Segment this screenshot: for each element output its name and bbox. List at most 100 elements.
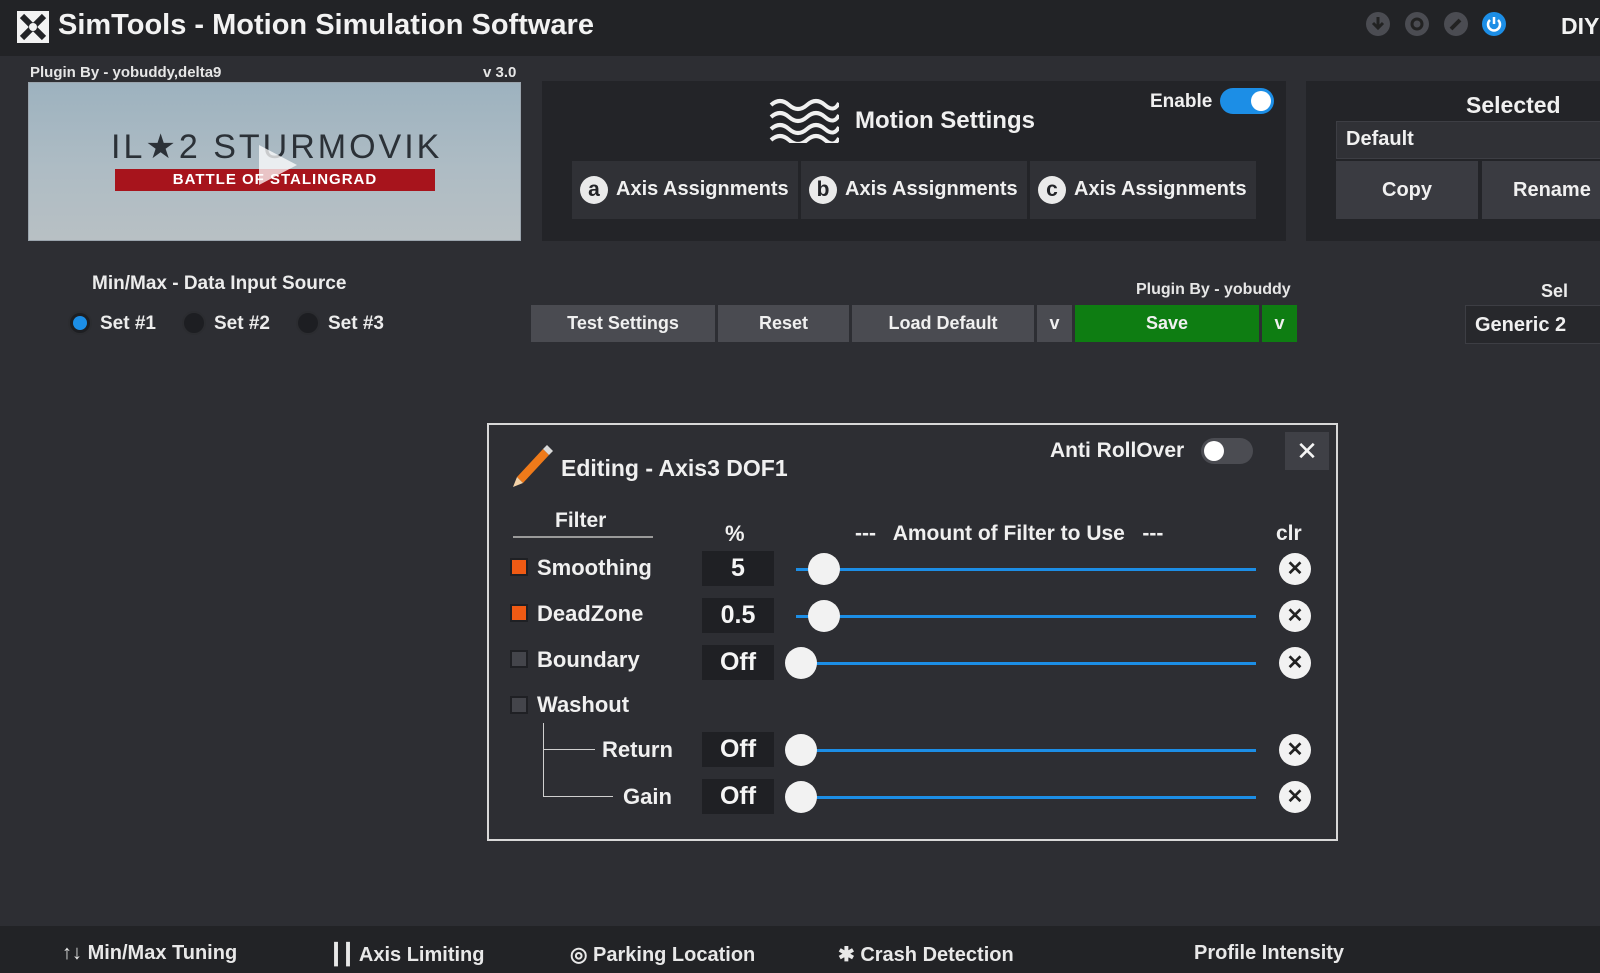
- tab-parking-location[interactable]: ◎ Parking Location: [570, 942, 755, 967]
- radio-set-3[interactable]: [296, 311, 320, 335]
- pencil-icon: [513, 445, 553, 487]
- washout-return-value[interactable]: Off: [702, 732, 774, 767]
- radio-label-set-3[interactable]: Set #3: [328, 313, 384, 335]
- chart-icon: ↑↓: [62, 942, 88, 964]
- smoothing-slider-thumb[interactable]: [808, 553, 840, 585]
- filter-header: Filter: [555, 509, 607, 532]
- plugin-author-label: Plugin By - yobuddy,delta9: [30, 64, 222, 81]
- load-default-menu-button[interactable]: v: [1037, 305, 1072, 342]
- filter-editor-dialog: Editing - Axis3 DOF1 Anti RollOver ✕ Fil…: [487, 423, 1338, 841]
- washout-return-clear-button[interactable]: ✕: [1279, 734, 1311, 766]
- washout-checkbox[interactable]: [510, 696, 528, 714]
- tab-axis-assignments-c[interactable]: c Axis Assignments: [1030, 161, 1256, 219]
- smoothing-clear-button[interactable]: ✕: [1279, 553, 1311, 585]
- copy-button[interactable]: Copy: [1336, 161, 1478, 219]
- edit-icon[interactable]: [1443, 11, 1469, 37]
- profile-select-value: Default: [1346, 128, 1414, 150]
- tab-axis-assignments-a[interactable]: a Axis Assignments: [572, 161, 798, 219]
- anti-rollover-toggle[interactable]: [1201, 438, 1253, 464]
- selected-title: Selected: [1466, 92, 1561, 118]
- enable-toggle[interactable]: [1220, 88, 1274, 114]
- radio-set-1[interactable]: [68, 311, 92, 335]
- tab-label: Axis Assignments: [1074, 178, 1247, 200]
- parking-icon: ◎: [570, 944, 594, 966]
- reset-button[interactable]: Reset: [718, 305, 849, 342]
- tab-label: Parking Location: [593, 944, 756, 966]
- motion-settings-title: Motion Settings: [855, 107, 1035, 134]
- tab-axis-assignments-b[interactable]: b Axis Assignments: [801, 161, 1027, 219]
- tab-label: Profile Intensity: [1194, 942, 1345, 964]
- tree-line-gain: [543, 796, 613, 797]
- smoothing-checkbox[interactable]: [510, 558, 528, 576]
- waves-icon: [769, 99, 839, 143]
- anti-rollover-label: Anti RollOver: [1050, 439, 1185, 462]
- radio-label-set-1[interactable]: Set #1: [100, 313, 156, 335]
- smoothing-slider-track[interactable]: [796, 568, 1256, 571]
- play-icon[interactable]: [253, 141, 301, 189]
- filter-header-divider: [513, 536, 653, 538]
- download-icon[interactable]: [1365, 11, 1391, 37]
- close-button[interactable]: ✕: [1285, 432, 1329, 470]
- save-menu-button[interactable]: v: [1262, 305, 1297, 342]
- motion-settings-panel: Motion Settings Enable a Axis Assignment…: [542, 81, 1286, 241]
- interface-select[interactable]: Generic 2: [1465, 305, 1600, 344]
- crash-icon: ✱: [838, 944, 861, 966]
- smoothing-label: Smoothing: [537, 555, 652, 580]
- profile-select[interactable]: Default: [1336, 121, 1600, 159]
- tab-label: Min/Max Tuning: [87, 942, 238, 964]
- deadzone-value[interactable]: 0.5: [702, 598, 774, 633]
- boundary-checkbox[interactable]: [510, 650, 528, 668]
- tab-minmax-tuning[interactable]: ↑↓ Min/Max Tuning: [62, 942, 237, 965]
- tab-profile-intensity[interactable]: Profile Intensity: [1194, 942, 1344, 965]
- tab-label: Axis Limiting: [358, 944, 485, 966]
- load-default-button[interactable]: Load Default: [852, 305, 1034, 342]
- letter-a-icon: a: [580, 176, 608, 204]
- washout-label: Washout: [537, 692, 630, 717]
- amount-header: --- Amount of Filter to Use ---: [855, 522, 1164, 545]
- rename-button[interactable]: Rename: [1482, 161, 1600, 219]
- deadzone-checkbox[interactable]: [510, 604, 528, 622]
- letter-c-icon: c: [1038, 176, 1066, 204]
- toggle-knob: [1204, 441, 1224, 461]
- washout-return-slider-thumb[interactable]: [785, 734, 817, 766]
- percent-header: %: [725, 521, 745, 546]
- radio-label-set-2[interactable]: Set #2: [214, 313, 270, 335]
- washout-gain-label: Gain: [623, 784, 672, 809]
- boundary-value[interactable]: Off: [702, 645, 774, 680]
- washout-gain-value[interactable]: Off: [702, 779, 774, 814]
- clear-header: clr: [1276, 522, 1302, 545]
- boundary-slider-track[interactable]: [796, 662, 1256, 665]
- select-label: Sel: [1541, 281, 1569, 301]
- plugin-version: v 3.0: [483, 64, 517, 81]
- plugin-by-label: Plugin By - yobuddy: [1136, 281, 1291, 298]
- washout-return-label: Return: [602, 737, 673, 762]
- boundary-clear-button[interactable]: ✕: [1279, 647, 1311, 679]
- tab-axis-limiting[interactable]: ┃┃ Axis Limiting: [330, 942, 484, 967]
- washout-gain-slider-track[interactable]: [796, 796, 1256, 799]
- selected-profile-panel: Selected Default Copy Rename: [1306, 81, 1600, 241]
- gear-icon[interactable]: [1404, 11, 1430, 37]
- tab-crash-detection[interactable]: ✱ Crash Detection: [838, 942, 1014, 967]
- deadzone-slider-thumb[interactable]: [808, 600, 840, 632]
- radio-set-2[interactable]: [182, 311, 206, 335]
- test-settings-button[interactable]: Test Settings: [531, 305, 715, 342]
- title-bar: SimTools - Motion Simulation Software DI…: [0, 0, 1600, 56]
- editor-title: Editing - Axis3 DOF1: [561, 455, 788, 481]
- game-banner[interactable]: IL★2 STURMOVIK BATTLE OF STALINGRAD: [28, 82, 521, 241]
- washout-return-slider-track[interactable]: [796, 749, 1256, 752]
- letter-b-icon: b: [809, 176, 837, 204]
- simtools-logo-icon: [17, 11, 49, 43]
- washout-gain-clear-button[interactable]: ✕: [1279, 781, 1311, 813]
- deadzone-slider-track[interactable]: [796, 615, 1256, 618]
- save-button[interactable]: Save: [1075, 305, 1259, 342]
- boundary-slider-thumb[interactable]: [785, 647, 817, 679]
- deadzone-clear-button[interactable]: ✕: [1279, 600, 1311, 632]
- smoothing-value[interactable]: 5: [702, 551, 774, 586]
- tree-line-vertical: [543, 723, 544, 797]
- tab-label: Axis Assignments: [616, 178, 789, 200]
- washout-gain-slider-thumb[interactable]: [785, 781, 817, 813]
- tree-line-return: [543, 749, 595, 750]
- diy-label[interactable]: DIY: [1561, 13, 1599, 40]
- bars-icon: ┃┃: [330, 944, 359, 966]
- power-icon[interactable]: [1481, 11, 1507, 37]
